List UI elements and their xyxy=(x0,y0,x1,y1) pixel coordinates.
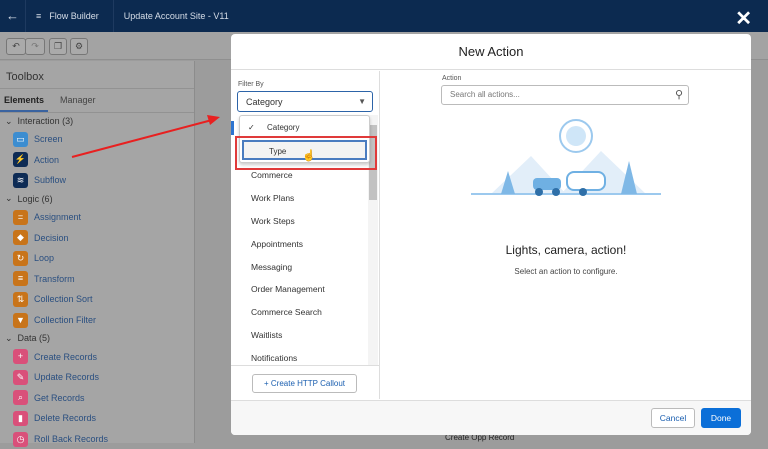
roll-back-records-icon: ◷ xyxy=(13,431,28,447)
screen-icon: ▭ xyxy=(13,131,28,147)
item-label: Assignment xyxy=(34,212,82,223)
tab-manager[interactable]: Manager xyxy=(56,89,100,112)
toolbox-item-decision[interactable]: ◆ Decision xyxy=(0,227,194,248)
toolbox-item-collection-filter[interactable]: ▼ Collection Filter xyxy=(0,310,194,331)
toolbox-item-loop[interactable]: ↻ Loop xyxy=(0,248,194,269)
category-item[interactable]: Order Management xyxy=(231,278,380,301)
category-item[interactable]: Waitlists xyxy=(231,324,380,347)
category-item[interactable]: Work Plans xyxy=(231,187,380,210)
create-records-icon: + xyxy=(13,349,28,365)
item-label: Update Records xyxy=(34,372,100,383)
decision-icon: ◆ xyxy=(13,230,28,246)
loop-icon: ↻ xyxy=(13,250,28,266)
section-header[interactable]: ⌄ Data (5) xyxy=(0,330,194,346)
toolbox-item-delete-records[interactable]: ▮ Delete Records xyxy=(0,408,194,429)
item-label: Delete Records xyxy=(34,413,97,424)
redo-icon[interactable]: ↷ xyxy=(25,38,45,55)
toolbox-item-assignment[interactable]: = Assignment xyxy=(0,207,194,228)
item-label: Loop xyxy=(34,253,55,264)
top-bar: ← ≡ Flow Builder Update Account Site - V1… xyxy=(0,0,768,32)
toolbox-item-screen[interactable]: ▭ Screen xyxy=(0,129,194,150)
plus-icon: + xyxy=(263,379,271,388)
toolbox-item-update-records[interactable]: ✎ Update Records xyxy=(0,367,194,388)
toolbox: Toolbox Elements Manager ⌄ Interaction (3… xyxy=(0,61,195,447)
chevron-down-icon: ⌄ xyxy=(5,115,13,126)
search-icon: ⚲ xyxy=(674,89,683,101)
search-placeholder: Search all actions... xyxy=(450,90,520,99)
section-header[interactable]: ⌄ Logic (6) xyxy=(0,191,194,207)
item-label: Transform xyxy=(34,273,75,284)
cancel-button[interactable]: Cancel xyxy=(651,408,695,428)
item-label: Subflow xyxy=(34,175,67,186)
collection-filter-icon: ▼ xyxy=(13,312,28,328)
chevron-down-icon: ▼ xyxy=(358,97,366,106)
toolbox-item-create-records[interactable]: + Create Records xyxy=(0,346,194,367)
new-action-modal: New Action Filter By Category ▼ Commerce W… xyxy=(231,34,751,435)
subflow-icon: ≋ xyxy=(13,172,28,188)
item-label: Collection Sort xyxy=(34,294,93,305)
item-label: Screen xyxy=(34,134,63,145)
create-http-callout-button[interactable]: + Create HTTP Callout xyxy=(252,374,357,393)
toolbox-item-transform[interactable]: ≡ Transform xyxy=(0,269,194,290)
flow-icon: ≡ xyxy=(36,11,42,21)
category-item[interactable]: Appointments xyxy=(231,233,380,256)
update-records-icon: ✎ xyxy=(13,369,28,385)
filter-label: Filter By xyxy=(238,81,264,88)
filter-panel: Filter By Category ▼ Commerce Work Plans Wo… xyxy=(231,71,380,399)
modal-title: New Action xyxy=(231,34,751,70)
highlight-box xyxy=(235,136,377,170)
option-label: Category xyxy=(267,123,300,132)
empty-state-illustration xyxy=(471,119,661,196)
empty-subtitle: Select an action to configure. xyxy=(514,267,618,276)
tab-elements[interactable]: Elements xyxy=(0,89,49,112)
item-label: Decision xyxy=(34,232,69,243)
section-label: Data (5) xyxy=(17,333,51,344)
transform-icon: ≡ xyxy=(13,271,28,287)
toolbox-item-action[interactable]: ⚡ Action xyxy=(0,150,194,171)
action-search-input[interactable]: Search all actions... ⚲ xyxy=(441,85,689,105)
category-item[interactable]: Messaging xyxy=(231,256,380,279)
item-label: Collection Filter xyxy=(34,315,97,326)
app-name-label: Flow Builder xyxy=(49,11,99,21)
toolbox-item-roll-back-records[interactable]: ◷ Roll Back Records xyxy=(0,429,194,449)
category-item[interactable]: Work Steps xyxy=(231,210,380,233)
toolbox-title: Toolbox xyxy=(0,61,194,89)
collection-sort-icon: ⇅ xyxy=(13,291,28,307)
toolbox-item-collection-sort[interactable]: ⇅ Collection Sort xyxy=(0,289,194,310)
copy-icon[interactable]: ❐ xyxy=(49,38,67,55)
chevron-down-icon: ⌄ xyxy=(5,332,13,343)
delete-records-icon: ▮ xyxy=(13,410,28,426)
app-name: ≡ Flow Builder xyxy=(26,0,114,32)
close-icon[interactable]: ✕ xyxy=(735,6,752,31)
section-header[interactable]: ⌄ Interaction (3) xyxy=(0,113,194,129)
option-category[interactable]: ✓ Category xyxy=(242,118,367,138)
gear-icon[interactable]: ⚙ xyxy=(70,38,88,55)
empty-title: Lights, camera, action! xyxy=(505,243,627,257)
toolbox-item-subflow[interactable]: ≋ Subflow xyxy=(0,170,194,191)
done-button[interactable]: Done xyxy=(701,408,741,428)
section-label: Logic (6) xyxy=(17,193,53,204)
filter-select-value: Category xyxy=(246,97,283,107)
filter-select[interactable]: Category ▼ xyxy=(237,91,373,112)
back-arrow-icon[interactable]: ← xyxy=(0,0,26,32)
check-icon: ✓ xyxy=(248,123,255,132)
category-item[interactable]: Commerce Search xyxy=(231,301,380,324)
chevron-down-icon: ⌄ xyxy=(5,193,13,204)
item-label: Create Records xyxy=(34,351,98,362)
item-label: Action xyxy=(34,154,60,165)
item-label: Get Records xyxy=(34,392,85,403)
get-records-icon: ⌕ xyxy=(13,390,28,406)
toolbox-item-get-records[interactable]: ⌕ Get Records xyxy=(0,388,194,409)
assignment-icon: = xyxy=(13,209,28,225)
action-icon: ⚡ xyxy=(13,152,28,168)
flow-title: Update Account Site - V11 xyxy=(123,11,229,21)
http-button-label: Create HTTP Callout xyxy=(270,379,345,388)
section-label: Interaction (3) xyxy=(17,116,74,126)
action-label: Action xyxy=(442,75,462,82)
undo-icon[interactable]: ↶ xyxy=(6,38,26,55)
